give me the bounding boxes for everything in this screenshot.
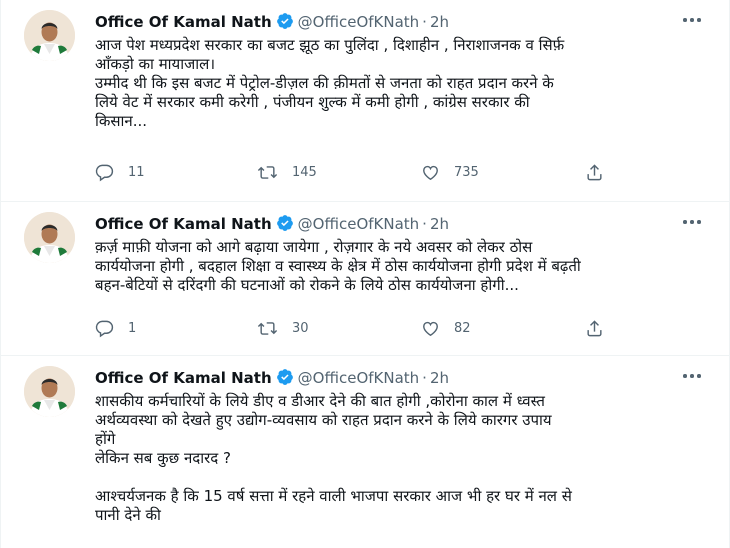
reply-count: 11 (128, 164, 145, 180)
tweet-text: आज पेश मध्यप्रदेश सरकार का बजट झूठ का पु… (95, 36, 565, 130)
like-button[interactable]: 735 (421, 158, 479, 186)
tweet[interactable]: Office Of Kamal Nath @OfficeOfKNath · 2h शा… (1, 356, 729, 548)
tweet-actions: 1 30 82 (95, 314, 615, 342)
like-count: 735 (454, 164, 479, 180)
more-options-icon[interactable] (683, 12, 703, 28)
retweet-icon (257, 321, 278, 335)
reply-icon (95, 164, 114, 181)
tweet[interactable]: Office Of Kamal Nath @OfficeOfKNath · 2h क़… (1, 202, 729, 356)
reply-count: 1 (128, 320, 137, 336)
retweet-count: 145 (292, 164, 317, 180)
separator-dot: · (422, 215, 427, 233)
timestamp[interactable]: 2h (430, 369, 449, 387)
share-icon (587, 163, 602, 180)
more-options-icon[interactable] (683, 368, 703, 384)
like-icon (423, 321, 438, 336)
like-icon (423, 165, 438, 180)
reply-button[interactable]: 11 (95, 158, 145, 186)
retweet-icon (257, 165, 278, 179)
tweet-actions: 11 145 735 (95, 158, 615, 186)
tweet-header: Office Of Kamal Nath @OfficeOfKNath · 2h (95, 212, 715, 236)
avatar[interactable] (24, 366, 75, 417)
avatar[interactable] (24, 10, 75, 61)
author-handle[interactable]: @OfficeOfKNath (298, 13, 420, 31)
author-name[interactable]: Office Of Kamal Nath (95, 369, 272, 387)
tweet-text: शासकीय कर्मचारियों के लिये डीए व डीआर दे… (95, 392, 572, 524)
tweet[interactable]: Office Of Kamal Nath @OfficeOfKNath · 2h आज… (1, 0, 729, 202)
reply-button[interactable]: 1 (95, 314, 136, 342)
tweet-header: Office Of Kamal Nath @OfficeOfKNath · 2h (95, 366, 715, 390)
avatar[interactable] (24, 212, 75, 263)
separator-dot: · (422, 369, 427, 387)
verified-badge-icon (276, 13, 293, 29)
tweet-header: Office Of Kamal Nath @OfficeOfKNath · 2h (95, 10, 715, 34)
author-handle[interactable]: @OfficeOfKNath (298, 369, 420, 387)
verified-badge-icon (276, 369, 293, 385)
tweet-feed: Office Of Kamal Nath @OfficeOfKNath · 2h आज… (0, 0, 730, 548)
timestamp[interactable]: 2h (430, 13, 449, 31)
like-button[interactable]: 82 (421, 314, 471, 342)
author-name[interactable]: Office Of Kamal Nath (95, 215, 272, 233)
retweet-button[interactable]: 145 (257, 158, 317, 186)
more-options-icon[interactable] (683, 214, 703, 230)
share-icon (587, 319, 602, 336)
verified-badge-icon (276, 215, 293, 231)
timestamp[interactable]: 2h (430, 215, 449, 233)
retweet-count: 30 (292, 320, 309, 336)
author-handle[interactable]: @OfficeOfKNath (298, 215, 420, 233)
retweet-button[interactable]: 30 (257, 314, 309, 342)
share-button[interactable] (585, 158, 604, 186)
like-count: 82 (454, 320, 471, 336)
author-name[interactable]: Office Of Kamal Nath (95, 13, 272, 31)
separator-dot: · (422, 13, 427, 31)
share-button[interactable] (585, 314, 604, 342)
reply-icon (95, 320, 114, 337)
tweet-text: क़र्ज़ माफ़ी योजना को आगे बढ़ाया जायेगा … (95, 238, 581, 294)
